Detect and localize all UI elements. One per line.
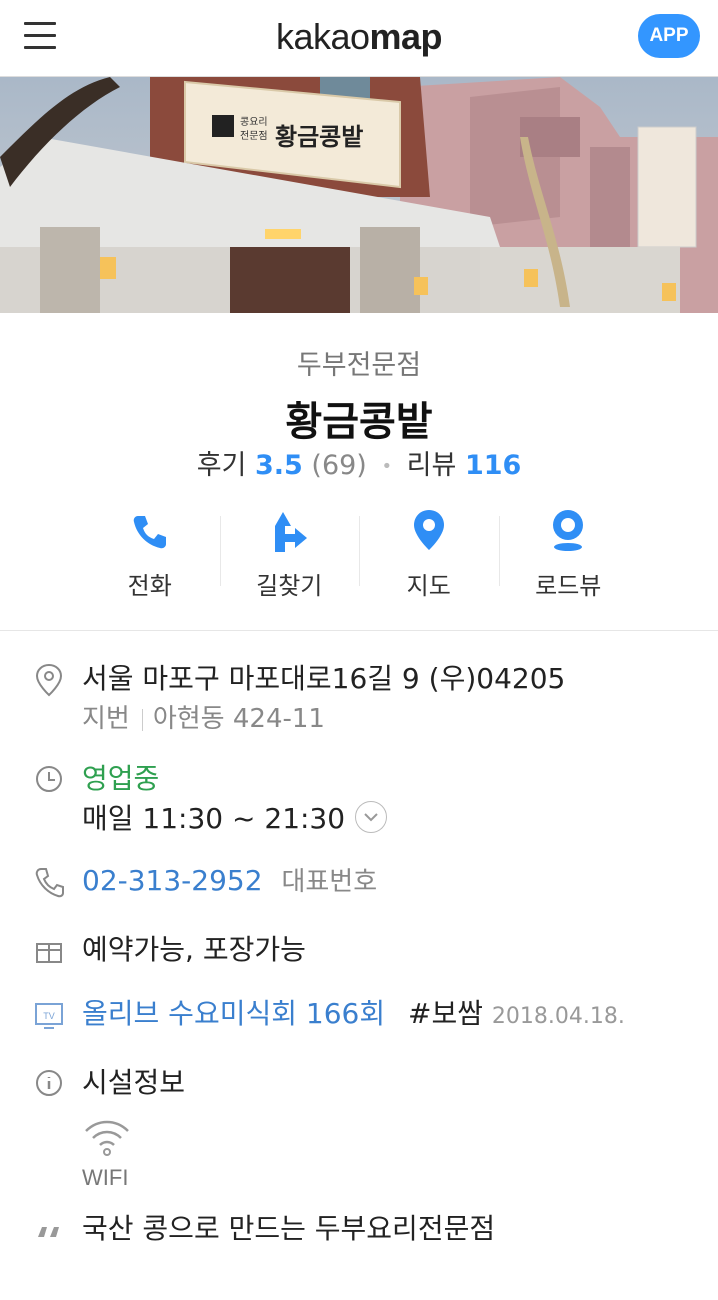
- kakaomap-logo[interactable]: kakaomap: [0, 16, 718, 58]
- wifi-label: WIFI: [82, 1165, 129, 1190]
- quote-icon: [38, 1227, 59, 1237]
- call-button[interactable]: 전화: [80, 508, 220, 600]
- facility-title: 시설정보: [82, 1066, 186, 1099]
- tv-program-link[interactable]: 올리브 수요미식회 166회: [82, 997, 385, 1030]
- open-status: 영업중: [82, 762, 160, 795]
- hours-row: 영업중 매일 11:30 ~ 21:30: [0, 759, 718, 839]
- review-label: 후기: [196, 450, 247, 481]
- phone-icon: [133, 516, 166, 549]
- lot-address-line: 지번 아현동 424-11: [82, 699, 718, 739]
- business-hours: 매일 11:30 ~ 21:30: [82, 802, 346, 835]
- clock-icon: [36, 766, 62, 792]
- roadview-icon: [553, 510, 584, 551]
- location-pin-icon: [35, 663, 63, 697]
- directions-icon: [275, 512, 308, 552]
- action-bar: 전화 길찾기 지도 로드뷰: [0, 508, 718, 631]
- logo-map-text: map: [369, 16, 443, 57]
- wifi-facility: WIFI: [0, 1117, 718, 1191]
- services-row: 예약가능, 포장가능: [0, 930, 718, 970]
- phone-number[interactable]: 02-313-2952: [82, 864, 263, 897]
- services-text: 예약가능, 포장가능: [82, 933, 306, 966]
- gift-icon: [36, 943, 62, 963]
- svg-text:TV: TV: [43, 1011, 55, 1021]
- wifi-icon: [85, 1120, 129, 1156]
- call-label: 전화: [127, 572, 172, 600]
- phone-row: 02-313-2952 대표번호: [0, 861, 718, 902]
- sign-small-text-1: 콩요리: [240, 116, 268, 128]
- top-header: kakaomap APP: [0, 0, 718, 77]
- tv-row: TV 올리브 수요미식회 166회 #보쌈 2018.04.18.: [0, 994, 718, 1037]
- hours-line: 매일 11:30 ~ 21:30: [82, 799, 718, 839]
- map-button[interactable]: 지도: [359, 508, 499, 600]
- roadview-button[interactable]: 로드뷰: [498, 508, 639, 600]
- blog-review-label: 리뷰: [406, 450, 457, 481]
- road-address[interactable]: 서울 마포구 마포대로16길 9 (우)04205: [82, 659, 718, 699]
- map-label: 지도: [406, 572, 451, 600]
- phone-note: 대표번호: [281, 867, 378, 897]
- info-icon: [36, 1070, 62, 1096]
- place-title: 황금콩밭: [285, 399, 433, 445]
- roadview-label: 로드뷰: [535, 572, 602, 600]
- place-category: 두부전문점: [296, 350, 422, 381]
- separator-dot: •: [381, 456, 393, 477]
- facility-row: 시설정보: [0, 1063, 718, 1103]
- place-photo[interactable]: 콩요리 전문점 황금콩밭: [0, 77, 718, 313]
- place-description: 국산 콩으로 만드는 두부요리전문점: [82, 1212, 496, 1245]
- sign-main-text: 황금콩밭: [275, 123, 363, 151]
- review-count[interactable]: (69): [311, 450, 366, 481]
- tv-icon: TV: [35, 1003, 63, 1029]
- description-row: 국산 콩으로 만드는 두부요리전문점: [0, 1209, 718, 1249]
- sign-small-text-2: 전문점: [240, 130, 268, 142]
- address-row: 서울 마포구 마포대로16길 9 (우)04205 지번 아현동 424-11: [0, 659, 718, 739]
- directions-button[interactable]: 길찾기: [219, 508, 360, 600]
- app-button[interactable]: APP: [638, 14, 700, 58]
- chevron-down-icon[interactable]: [355, 801, 388, 833]
- tv-tag: #보쌈: [408, 997, 483, 1030]
- place-details: 서울 마포구 마포대로16길 9 (우)04205 지번 아현동 424-11 영…: [0, 631, 718, 1249]
- lot-address[interactable]: 아현동 424-11: [153, 704, 325, 734]
- lot-label: 지번: [82, 704, 130, 734]
- logo-kakao-text: kakao: [275, 16, 370, 57]
- tv-date: 2018.04.18.: [491, 1004, 625, 1029]
- rating-line: 후기 3.5 (69) • 리뷰 116: [0, 443, 718, 482]
- review-score[interactable]: 3.5: [255, 450, 303, 481]
- phone-outline-icon: [35, 868, 64, 898]
- directions-label: 길찾기: [256, 572, 323, 600]
- place-summary: 두부전문점 황금콩밭 후기 3.5 (69) • 리뷰 116: [0, 313, 718, 482]
- map-pin-icon: [413, 510, 444, 550]
- blog-review-count[interactable]: 116: [465, 450, 521, 481]
